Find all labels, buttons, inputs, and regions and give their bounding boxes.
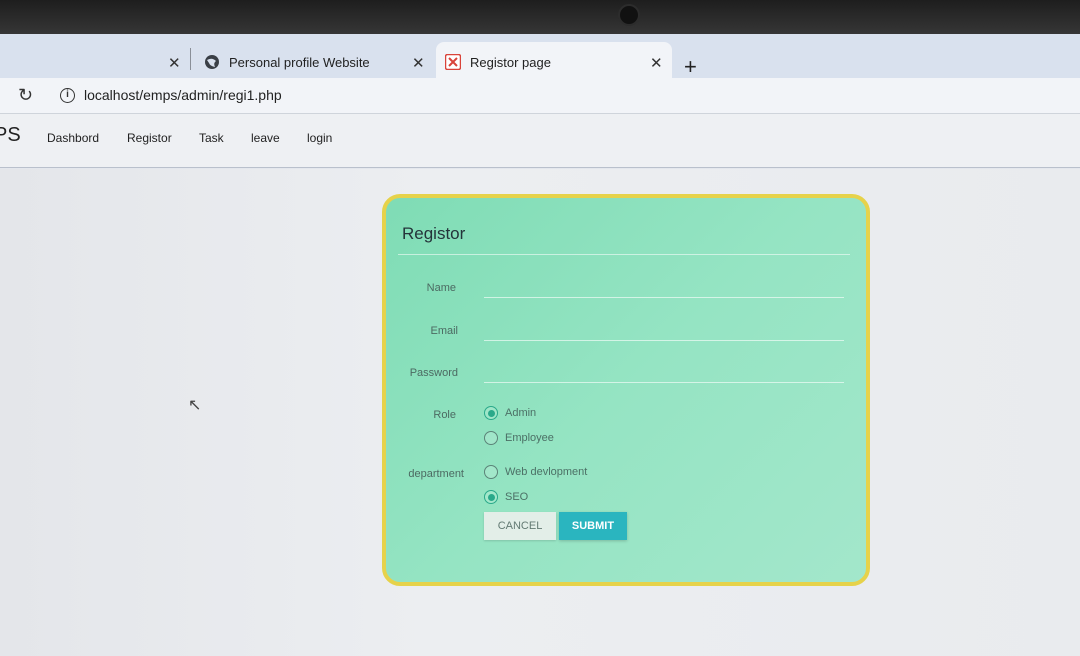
- role-option-employee[interactable]: Employee: [484, 431, 554, 445]
- department-option-web[interactable]: Web devlopment: [484, 465, 587, 479]
- webcam: [618, 4, 640, 26]
- radio-button-selected[interactable]: [484, 406, 498, 420]
- role-label: Role: [433, 409, 456, 421]
- reload-icon[interactable]: ↻: [18, 85, 33, 106]
- xampp-icon: [445, 54, 461, 70]
- tab-separator: [190, 48, 191, 70]
- radio-button-selected[interactable]: [484, 490, 498, 504]
- app-navbar: PS Dashbord Registor Task leave login: [0, 114, 1080, 168]
- new-tab-button[interactable]: +: [684, 54, 697, 80]
- name-input[interactable]: [484, 276, 844, 298]
- title-divider: [398, 254, 850, 255]
- department-label: department: [408, 468, 464, 480]
- nav-task[interactable]: Task: [199, 131, 224, 145]
- tab-registor-page[interactable]: Registor page ✕: [436, 42, 672, 82]
- brand-logo[interactable]: PS: [0, 124, 21, 147]
- screen: ✕ Personal profile Website ✕ Registor pa…: [0, 34, 1080, 656]
- url-field[interactable]: localhost/emps/admin/regi1.php: [84, 87, 282, 103]
- address-bar-row: ↻ i localhost/emps/admin/regi1.php: [0, 78, 1080, 114]
- role-option-admin[interactable]: Admin: [484, 406, 536, 420]
- submit-button[interactable]: SUBMIT: [559, 512, 627, 540]
- password-label: Password: [409, 367, 458, 379]
- nav-login[interactable]: login: [307, 131, 332, 145]
- close-icon[interactable]: ✕: [168, 54, 181, 72]
- password-input[interactable]: [484, 361, 844, 383]
- nav-dashbord[interactable]: Dashbord: [47, 131, 99, 145]
- form-title: Registor: [402, 224, 466, 243]
- department-option-label: Web devlopment: [505, 466, 588, 478]
- tab-personal-profile[interactable]: Personal profile Website ✕: [196, 42, 432, 82]
- tab-strip: ✕ Personal profile Website ✕ Registor pa…: [0, 34, 1080, 82]
- name-label: Name: [426, 282, 456, 294]
- email-label: Email: [430, 325, 458, 337]
- info-icon[interactable]: i: [60, 88, 75, 103]
- tab-title: Registor page: [470, 54, 551, 70]
- radio-button[interactable]: [484, 431, 498, 445]
- nav-registor[interactable]: Registor: [127, 131, 172, 145]
- close-icon[interactable]: ✕: [412, 54, 425, 72]
- department-option-label: SEO: [505, 491, 529, 503]
- globe-icon: [204, 54, 220, 70]
- role-option-label: Employee: [505, 432, 554, 444]
- radio-button[interactable]: [484, 465, 498, 479]
- close-icon[interactable]: ✕: [650, 54, 663, 72]
- nav-leave[interactable]: leave: [251, 131, 280, 145]
- tab-title: Personal profile Website: [229, 54, 370, 70]
- email-input[interactable]: [484, 319, 844, 341]
- registor-form-card: Registor Name Email Password Role Admin …: [382, 194, 870, 586]
- department-option-seo[interactable]: SEO: [484, 490, 528, 504]
- cancel-button[interactable]: CANCEL: [484, 512, 556, 540]
- role-option-label: Admin: [505, 407, 537, 419]
- mouse-cursor-icon: ↖: [188, 397, 202, 414]
